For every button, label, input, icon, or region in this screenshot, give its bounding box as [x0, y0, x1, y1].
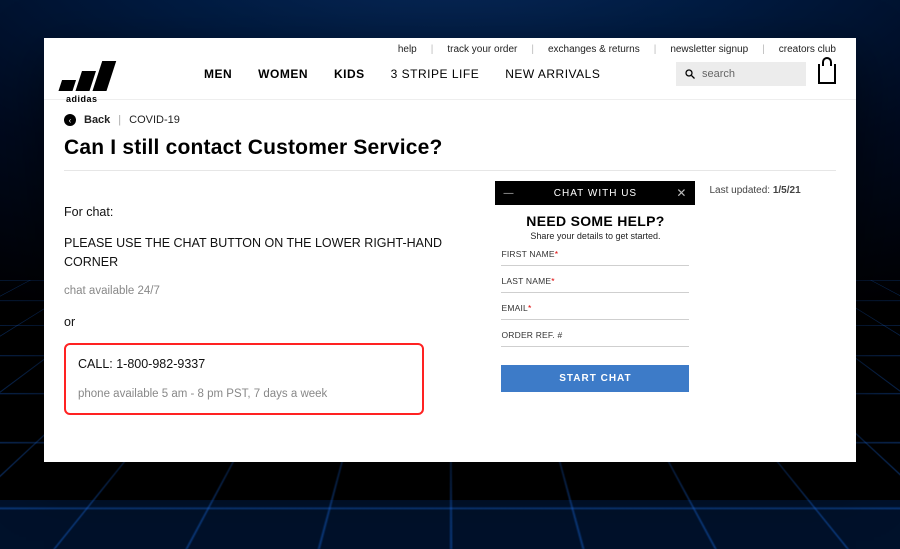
phone-number: CALL: 1-800-982-9337 — [78, 355, 410, 374]
last-name-field[interactable]: LAST NAME* — [501, 276, 689, 293]
brand-text: adidas — [66, 94, 98, 104]
breadcrumb-category[interactable]: COVID-19 — [129, 114, 180, 126]
order-ref-field[interactable]: ORDER REF. # — [501, 330, 689, 347]
for-chat-label: For chat: — [64, 203, 479, 222]
chat-header[interactable]: — CHAT WITH US ✕ — [495, 181, 695, 205]
search-placeholder: search — [702, 68, 735, 80]
chat-form: NEED SOME HELP? Share your details to ge… — [495, 205, 695, 392]
phone-availability: phone available 5 am - 8 pm PST, 7 days … — [78, 386, 410, 403]
link-newsletter[interactable]: newsletter signup — [670, 44, 748, 55]
nav-kids[interactable]: KIDS — [334, 67, 365, 81]
nav-new-arrivals[interactable]: NEW ARRIVALS — [505, 67, 600, 81]
primary-nav: MEN WOMEN KIDS 3 STRIPE LIFE NEW ARRIVAL… — [44, 57, 856, 100]
link-help[interactable]: help — [398, 44, 417, 55]
link-creators-club[interactable]: creators club — [779, 44, 836, 55]
link-track-order[interactable]: track your order — [447, 44, 517, 55]
page-title: Can I still contact Customer Service? — [44, 128, 856, 170]
page-card: help| track your order| exchanges & retu… — [44, 38, 856, 462]
content: For chat: PLEASE USE THE CHAT BUTTON ON … — [44, 171, 856, 445]
minimize-icon[interactable]: — — [503, 188, 514, 199]
chat-panel: — CHAT WITH US ✕ NEED SOME HELP? Share y… — [495, 181, 695, 392]
chat-instruction: PLEASE USE THE CHAT BUTTON ON THE LOWER … — [64, 234, 479, 272]
adidas-logo-icon[interactable] — [58, 57, 119, 91]
back-link[interactable]: Back — [84, 114, 110, 126]
first-name-field[interactable]: FIRST NAME* — [501, 249, 689, 266]
phone-callout: CALL: 1-800-982-9337 phone available 5 a… — [64, 343, 424, 415]
chat-availability: chat available 24/7 — [64, 283, 479, 300]
utility-nav: help| track your order| exchanges & retu… — [44, 38, 856, 57]
sidebar: — CHAT WITH US ✕ NEED SOME HELP? Share y… — [495, 181, 836, 445]
chat-form-subtitle: Share your details to get started. — [501, 231, 689, 241]
nav-3-stripe-life[interactable]: 3 STRIPE LIFE — [391, 67, 480, 81]
chat-header-title: CHAT WITH US — [554, 188, 637, 199]
last-updated: Last updated: 1/5/21 — [709, 181, 800, 196]
nav-women[interactable]: WOMEN — [258, 67, 308, 81]
bag-icon[interactable] — [818, 64, 836, 84]
start-chat-button[interactable]: START CHAT — [501, 365, 689, 392]
nav-men[interactable]: MEN — [204, 67, 232, 81]
search-input[interactable]: search — [676, 62, 806, 86]
back-icon[interactable]: ‹ — [64, 114, 76, 126]
close-icon[interactable]: ✕ — [676, 186, 687, 200]
nav-menu: MEN WOMEN KIDS 3 STRIPE LIFE NEW ARRIVAL… — [204, 67, 600, 81]
search-icon — [684, 68, 696, 80]
link-exchanges-returns[interactable]: exchanges & returns — [548, 44, 640, 55]
breadcrumb: ‹ Back | COVID-19 — [44, 100, 856, 128]
or-label: or — [64, 313, 479, 332]
chat-form-title: NEED SOME HELP? — [501, 213, 689, 229]
email-field[interactable]: EMAIL* — [501, 303, 689, 320]
article-body: For chat: PLEASE USE THE CHAT BUTTON ON … — [64, 181, 479, 445]
